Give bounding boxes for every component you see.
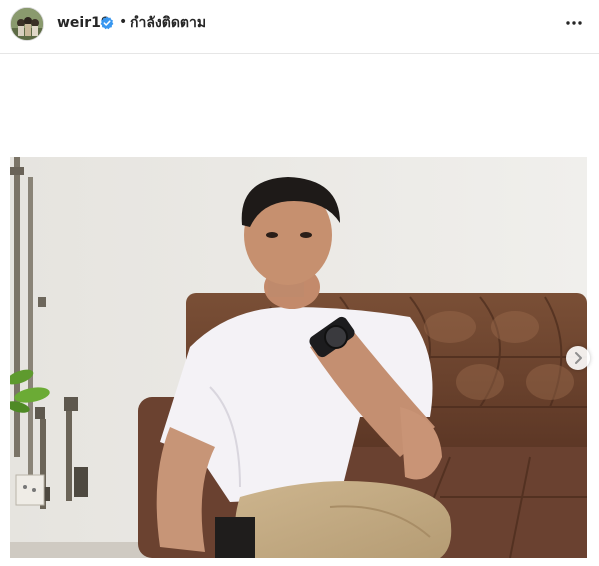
- avatar-image: [11, 8, 43, 40]
- instagram-post: weir19 • กำลังติดตาม: [0, 0, 599, 566]
- verified-badge-icon: [100, 15, 114, 30]
- avatar[interactable]: [10, 7, 44, 41]
- post-header: weir19 • กำลังติดตาม: [0, 0, 599, 54]
- separator-dot: •: [119, 14, 128, 30]
- post-image: [10, 157, 587, 558]
- post-photo[interactable]: [10, 157, 587, 558]
- following-button[interactable]: กำลังติดตาม: [130, 14, 206, 32]
- more-options-icon[interactable]: [560, 12, 588, 34]
- chevron-right-icon: [575, 352, 582, 364]
- carousel-next-button[interactable]: [566, 346, 590, 370]
